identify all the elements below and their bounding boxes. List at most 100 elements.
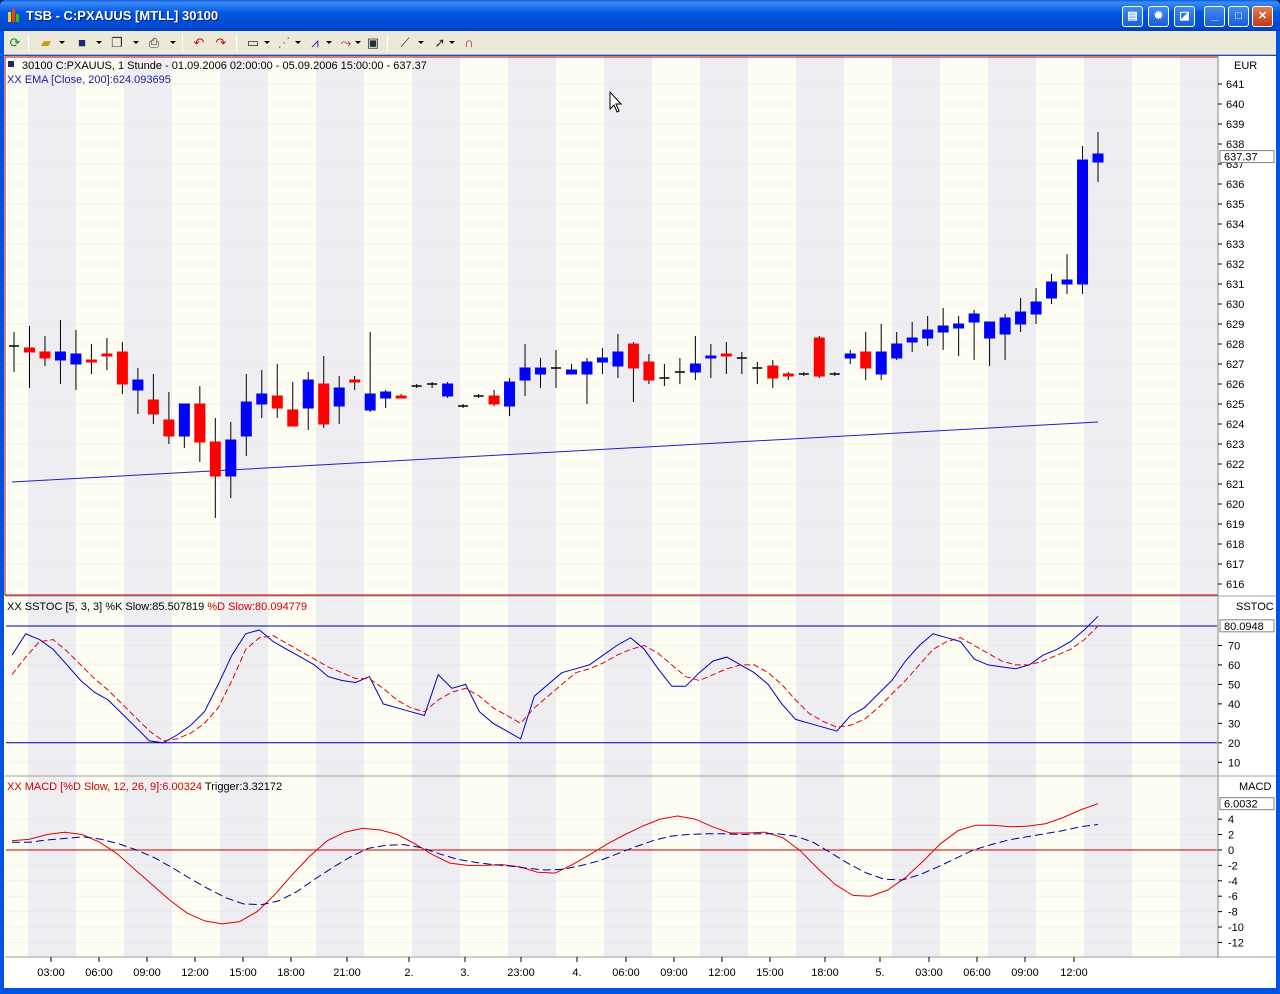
study-icon[interactable]: ⤳ (337, 34, 355, 52)
color-icon[interactable]: ✹ (1148, 6, 1169, 27)
candle-body[interactable] (381, 392, 391, 398)
candle-body[interactable] (721, 354, 731, 356)
minimize-button[interactable]: _ (1204, 6, 1225, 27)
price-tick-label: 629 (1226, 319, 1244, 331)
candle-body[interactable] (226, 440, 236, 476)
macd-tick-label: 4 (1228, 814, 1234, 826)
candle-body[interactable] (164, 420, 174, 436)
time-band (892, 56, 940, 957)
candle-body[interactable] (71, 354, 81, 364)
candle-body[interactable] (40, 352, 50, 358)
candle-body[interactable] (86, 360, 96, 362)
time-band (508, 56, 556, 957)
candle-body[interactable] (582, 362, 592, 374)
properties-icon[interactable]: ▣ (364, 34, 382, 52)
open-folder-icon[interactable]: ▰ (37, 34, 55, 52)
magnet-icon[interactable]: ∩ (460, 34, 478, 52)
candle-body[interactable] (365, 394, 375, 410)
candle-body[interactable] (1016, 312, 1026, 324)
chart-window-icon[interactable]: ▭ (244, 34, 262, 52)
candle-body[interactable] (350, 380, 360, 382)
x-axis-label: 09:00 (133, 967, 161, 979)
candle-body[interactable] (690, 364, 700, 372)
candle-body[interactable] (133, 380, 143, 390)
candle-body[interactable] (768, 366, 778, 378)
x-axis-label: 4. (572, 967, 581, 979)
candle-body[interactable] (969, 314, 979, 322)
price-legend-line1: 30100 C:PXAUUS, 1 Stunde - 01.09.2006 02… (22, 60, 427, 72)
candle-body[interactable] (102, 354, 112, 356)
candle-body[interactable] (1047, 282, 1057, 298)
sstoc-tick-label: 60 (1228, 660, 1240, 672)
candle-body[interactable] (241, 402, 251, 436)
candle-body[interactable] (644, 362, 654, 380)
line-tool-icon[interactable]: ⟋ (396, 34, 414, 52)
candle-body[interactable] (505, 382, 515, 406)
candle-body[interactable] (1078, 160, 1088, 284)
maximize-button[interactable]: □ (1228, 6, 1249, 27)
time-band (700, 56, 748, 957)
candle-body[interactable] (272, 396, 282, 408)
undo-icon[interactable]: ↶ (190, 34, 208, 52)
drawing-icon[interactable]: ⩘ (306, 34, 324, 52)
close-button[interactable]: ✕ (1252, 6, 1273, 27)
x-axis-label: 06:00 (612, 967, 640, 979)
candle-body[interactable] (706, 356, 716, 358)
candle-body[interactable] (55, 352, 65, 360)
candle-body[interactable] (907, 338, 917, 342)
candle-body[interactable] (954, 324, 964, 328)
macd-panel-name: MACD (1239, 781, 1271, 793)
candle-body[interactable] (566, 370, 576, 374)
indicator-icon[interactable]: ⋰ (275, 34, 293, 52)
candle-body[interactable] (210, 442, 220, 476)
candle-body[interactable] (613, 352, 623, 366)
candle-body[interactable] (24, 348, 34, 352)
candle-body[interactable] (783, 374, 793, 376)
candle-body[interactable] (489, 396, 499, 404)
candle-body[interactable] (1062, 280, 1072, 284)
chart-area[interactable]: 6166176186196206216226236246256266276286… (4, 56, 1276, 988)
candle-body[interactable] (892, 344, 902, 358)
candle-body[interactable] (628, 344, 638, 368)
price-tick-label: 618 (1226, 539, 1244, 551)
candle-body[interactable] (597, 358, 607, 362)
candle-body[interactable] (288, 410, 298, 426)
cursor-icon[interactable]: ➚ (431, 34, 449, 52)
chart-icon[interactable]: ◪ (1174, 6, 1195, 27)
candle-body[interactable] (845, 354, 855, 358)
x-axis-label: 09:00 (660, 967, 688, 979)
price-tick-label: 617 (1226, 559, 1244, 571)
candle-body[interactable] (334, 388, 344, 406)
layout-icon[interactable]: ▤ (1122, 6, 1143, 27)
candle-body[interactable] (303, 380, 313, 408)
candle-body[interactable] (876, 352, 886, 374)
sstoc-tick-label: 50 (1228, 679, 1240, 691)
candle-body[interactable] (985, 322, 995, 338)
copy-icon[interactable]: ❐ (108, 34, 126, 52)
candle-body[interactable] (319, 384, 329, 424)
candle-body[interactable] (443, 384, 453, 396)
candle-body[interactable] (536, 368, 546, 374)
candle-body[interactable] (117, 352, 127, 384)
sstoc-legend: XX SSTOC [5, 3, 3] %K Slow:85.507819 %D … (7, 601, 307, 613)
candle-body[interactable] (1093, 154, 1103, 162)
candle-body[interactable] (814, 338, 824, 376)
candle-body[interactable] (923, 330, 933, 338)
candle-body[interactable] (257, 394, 267, 404)
candle-body[interactable] (1031, 302, 1041, 314)
redo-icon[interactable]: ↷ (212, 34, 230, 52)
candle-body[interactable] (861, 352, 871, 368)
price-tick-label: 641 (1226, 79, 1244, 91)
refresh-icon[interactable]: ⟳ (6, 34, 24, 52)
title-bar[interactable]: TSB - C:PXAUUS [MTLL] 30100 ▤ ✹ ◪ _ □ ✕ (0, 0, 1280, 31)
time-band (316, 56, 364, 957)
save-icon[interactable]: ■ (73, 34, 91, 52)
print-icon[interactable]: ⎙ (145, 34, 163, 52)
candle-body[interactable] (1000, 318, 1010, 334)
candle-body[interactable] (179, 404, 189, 436)
candle-body[interactable] (148, 400, 158, 414)
candle-body[interactable] (938, 326, 948, 332)
candle-body[interactable] (520, 368, 530, 380)
candle-body[interactable] (195, 404, 205, 442)
candle-body[interactable] (396, 396, 406, 398)
